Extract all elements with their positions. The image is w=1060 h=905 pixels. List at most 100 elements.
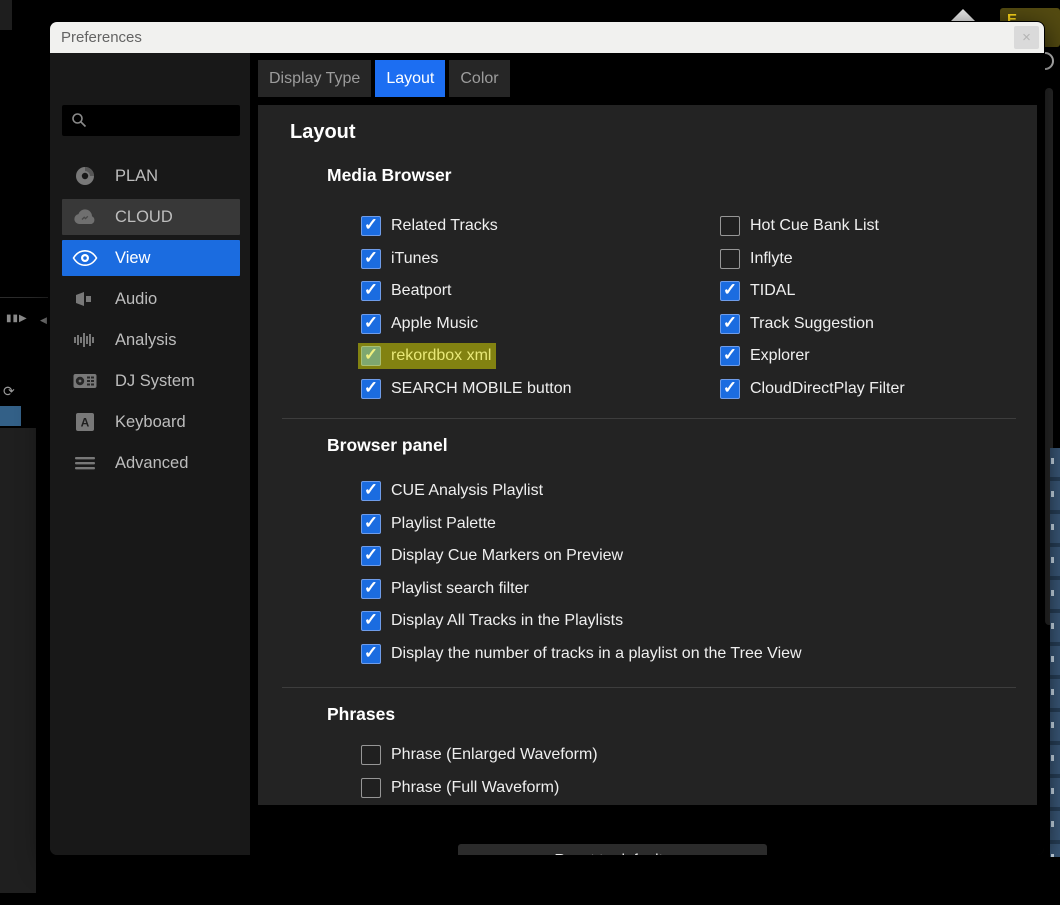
sidebar-item[interactable]: DJ System — [62, 363, 240, 399]
checkbox-row: Beatport — [361, 275, 711, 308]
tab-label: Color — [460, 70, 498, 87]
search-icon — [71, 112, 87, 133]
waveform-icon — [71, 332, 99, 348]
transport-icons[interactable]: ▮▮▶ — [6, 313, 28, 324]
checkbox[interactable] — [361, 644, 381, 664]
checkbox[interactable] — [361, 546, 381, 566]
tab-label: Layout — [386, 70, 434, 87]
sidebar-item-label: Advanced — [115, 454, 188, 473]
checkbox-label: TIDAL — [750, 282, 795, 300]
checkbox-label: Related Tracks — [391, 217, 498, 235]
checkbox-row: SEARCH MOBILE button — [361, 373, 711, 406]
preferences-sidebar: PLAN CLOUD View Audio Analysis — [50, 53, 250, 855]
checkbox[interactable] — [361, 778, 381, 798]
cloud-icon — [71, 208, 99, 226]
sidebar-item-label: Analysis — [115, 331, 176, 350]
checkbox[interactable] — [720, 281, 740, 301]
sidebar-item-label: PLAN — [115, 167, 158, 186]
checkbox-row: Phrase (Full Waveform) — [361, 772, 761, 805]
checkbox[interactable] — [361, 579, 381, 599]
sidebar-item-label: View — [115, 249, 150, 268]
checkbox[interactable] — [720, 346, 740, 366]
track-list-sliver — [1050, 448, 1060, 857]
background-left-panel — [0, 428, 36, 893]
search-input[interactable] — [62, 105, 240, 136]
tab-label: Display Type — [269, 70, 360, 87]
checkbox[interactable] — [720, 216, 740, 236]
menu-icon — [71, 455, 99, 471]
reset-to-defaults-button[interactable]: Reset to defaults — [458, 844, 767, 855]
checkbox-row: Apple Music — [361, 308, 711, 341]
section-divider — [282, 418, 1016, 419]
checkbox-label: CloudDirectPlay Filter — [750, 380, 905, 398]
checkbox[interactable] — [361, 379, 381, 399]
checkbox-label: Beatport — [391, 282, 451, 300]
checkbox-label: Playlist Palette — [391, 515, 496, 533]
disc-icon — [71, 165, 99, 187]
checkbox-label: Playlist search filter — [391, 580, 529, 598]
checkbox[interactable] — [361, 216, 381, 236]
checkbox[interactable] — [361, 514, 381, 534]
checkbox-row: Playlist Palette — [361, 508, 1011, 541]
selected-tree-item-sliver — [0, 406, 21, 426]
checkbox[interactable] — [361, 314, 381, 334]
checkbox[interactable] — [720, 314, 740, 334]
svg-text:A: A — [81, 416, 90, 430]
checkbox[interactable] — [361, 281, 381, 301]
preferences-main: Display Type Layout Color Layout Media B… — [250, 53, 1044, 855]
sidebar-item[interactable]: Audio — [62, 281, 240, 317]
checkbox[interactable] — [720, 379, 740, 399]
sidebar-item[interactable]: Advanced — [62, 445, 240, 481]
background-divider — [0, 297, 48, 298]
checkbox-row: Display All Tracks in the Playlists — [361, 605, 1011, 638]
checkbox-label: Inflyte — [750, 250, 793, 268]
phrases-list: Phrase (Enlarged Waveform) Phrase (Full … — [361, 739, 761, 804]
keyboard-icon: A — [71, 412, 99, 432]
sidebar-item[interactable]: View — [62, 240, 240, 276]
checkbox[interactable] — [361, 249, 381, 269]
sidebar-item[interactable]: PLAN — [62, 158, 240, 194]
tab-bar: Display Type Layout Color — [258, 60, 510, 97]
checkbox-row: TIDAL — [720, 275, 1030, 308]
checkbox-label: iTunes — [391, 250, 438, 268]
background-panel-corner — [0, 0, 12, 30]
checkbox-row: rekordbox xml — [361, 340, 711, 373]
preferences-dialog: Preferences × PLAN CLOUD View — [50, 22, 1044, 855]
speaker-icon — [71, 291, 99, 307]
checkbox-row: Related Tracks — [361, 210, 711, 243]
checkbox-row: Hot Cue Bank List — [720, 210, 1030, 243]
close-icon[interactable]: × — [1014, 26, 1039, 49]
section-divider — [282, 687, 1016, 688]
browser-panel-list: CUE Analysis Playlist Playlist Palette D… — [361, 475, 1011, 670]
checkbox-row: CloudDirectPlay Filter — [720, 373, 1030, 406]
checkbox-row: Playlist search filter — [361, 573, 1011, 606]
checkbox-row: CUE Analysis Playlist — [361, 475, 1011, 508]
dialog-titlebar[interactable]: Preferences × — [50, 22, 1044, 53]
dialog-title: Preferences — [61, 22, 142, 53]
sidebar-item-label: Audio — [115, 290, 157, 309]
tab[interactable]: Color — [449, 60, 509, 97]
checkbox[interactable] — [361, 745, 381, 765]
checkbox[interactable] — [361, 611, 381, 631]
reload-icon[interactable]: ⟳ — [3, 383, 15, 400]
checkbox-label: Phrase (Full Waveform) — [391, 779, 559, 797]
checkbox-row: Inflyte — [720, 243, 1030, 276]
checkbox-row: Display Cue Markers on Preview — [361, 540, 1011, 573]
tab[interactable]: Layout — [375, 60, 445, 97]
sidebar-item[interactable]: A Keyboard — [62, 404, 240, 440]
media-browser-left-list: Related Tracks iTunes Beatport — [361, 210, 711, 405]
checkbox[interactable] — [361, 481, 381, 501]
sidebar-item[interactable]: CLOUD — [62, 199, 240, 235]
sidebar-item[interactable]: Analysis — [62, 322, 240, 358]
checkbox[interactable] — [361, 346, 381, 366]
checkbox-label: Phrase (Enlarged Waveform) — [391, 746, 598, 764]
checkbox-label: CUE Analysis Playlist — [391, 482, 543, 500]
checkbox-label: Display the number of tracks in a playli… — [391, 645, 802, 663]
checkbox-label: SEARCH MOBILE button — [391, 380, 572, 398]
tab[interactable]: Display Type — [258, 60, 371, 97]
checkbox-label: rekordbox xml — [391, 347, 491, 365]
back-icon[interactable]: ◀ — [40, 315, 47, 326]
checkbox-label: Display All Tracks in the Playlists — [391, 612, 623, 630]
checkbox[interactable] — [720, 249, 740, 269]
reset-button-label: Reset to defaults — [554, 852, 670, 855]
